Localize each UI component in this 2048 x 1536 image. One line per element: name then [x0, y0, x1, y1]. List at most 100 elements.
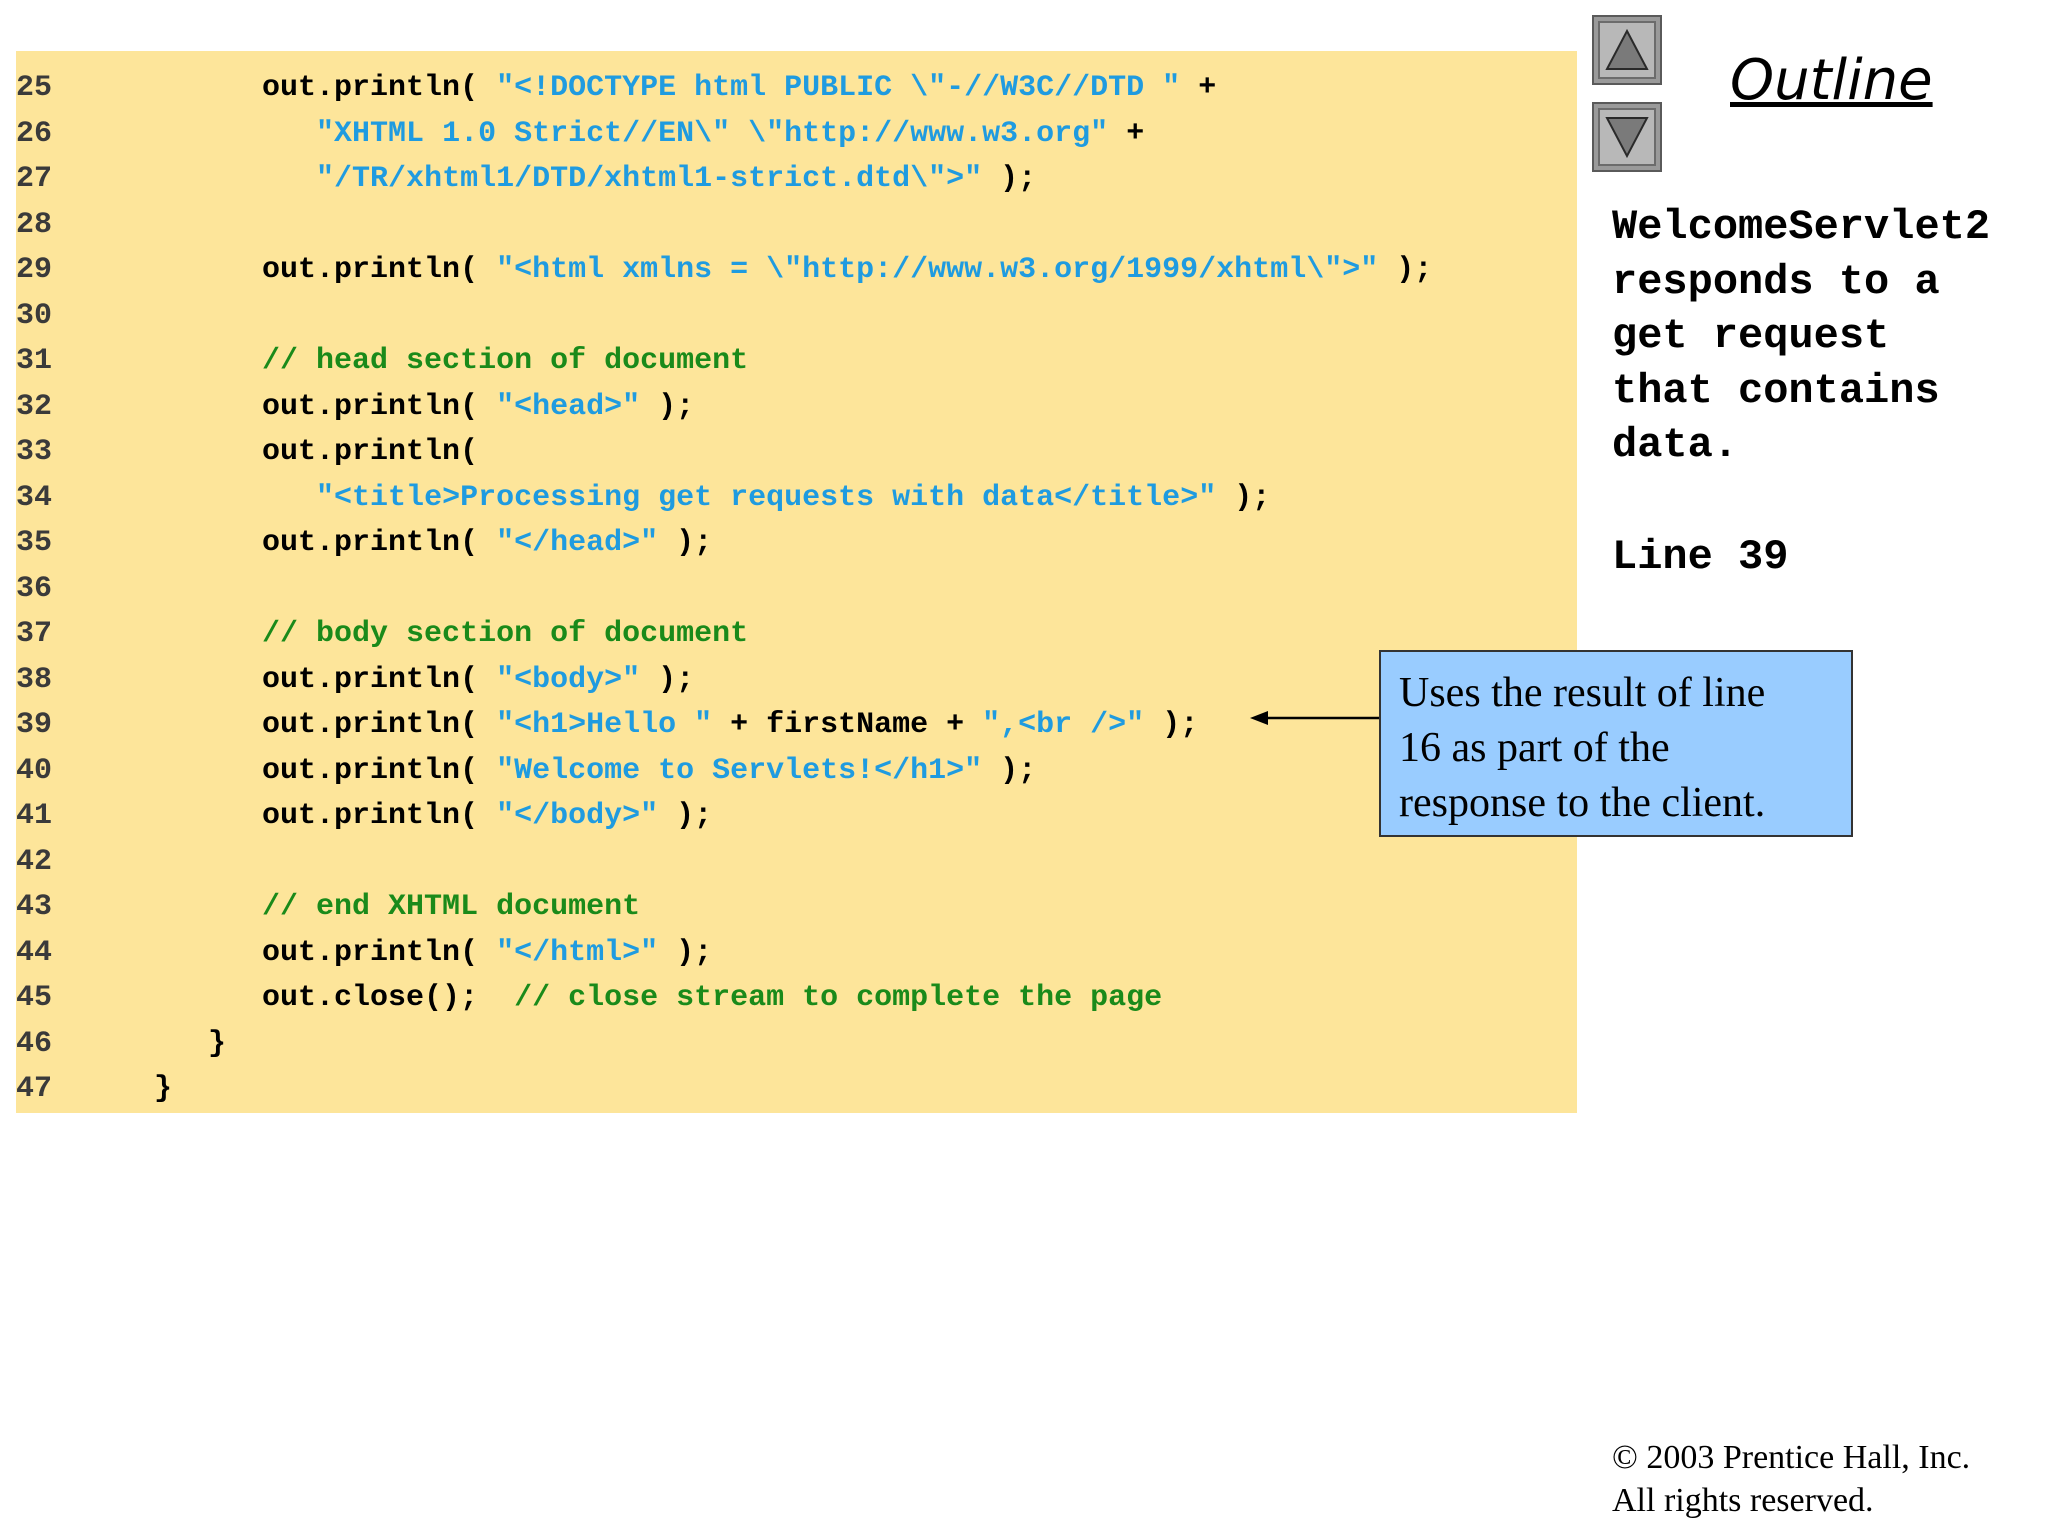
string-literal: "<!DOCTYPE html PUBLIC \"-//W3C//DTD " [496, 71, 1181, 105]
line-number: 42 [16, 844, 53, 879]
code-text: out.close(); // close stream to complete… [118, 976, 1162, 1022]
code-token: ); [982, 162, 1037, 196]
triangle-down-icon [1605, 117, 1649, 159]
description-line: get request [1612, 312, 1890, 360]
string-literal: "<h1>Hello " [496, 708, 713, 742]
string-literal: "Welcome to Servlets!</h1>" [496, 753, 983, 788]
line-reference: Line 39 [1612, 533, 1789, 581]
code-text: out.println( "<!DOCTYPE html PUBLIC \"-/… [118, 66, 1216, 112]
line-number: 30 [16, 298, 53, 333]
code-text: "<title>Processing get requests with dat… [118, 476, 1270, 522]
code-token: out.close(); [118, 981, 515, 1015]
code-text: out.println( "</head>" ); [118, 521, 712, 567]
code-token: out.println( [118, 71, 497, 105]
code-token: ); [640, 662, 695, 697]
code-token: out.println( [118, 253, 497, 287]
code-token: ); [658, 799, 713, 833]
string-literal: "</html>" [496, 935, 659, 970]
string-literal: "XHTML 1.0 Strict//EN\" \"http://www.w3.… [316, 116, 1109, 151]
copyright-footer: © 2003 Prentice Hall, Inc. All rights re… [1612, 1436, 1970, 1522]
code-token: out.println( [118, 708, 497, 742]
string-literal: "</body>" [496, 799, 659, 833]
description-line: data. [1612, 421, 1739, 469]
callout-line: Uses the result of line [1399, 670, 1766, 716]
line-number: 41 [16, 799, 53, 833]
callout-box: Uses the result of line 16 as part of th… [1379, 650, 1853, 837]
code-text: out.println( [118, 430, 478, 476]
code-token: out.println( [118, 753, 497, 788]
line-number: 32 [16, 389, 53, 424]
string-literal: "<head>" [496, 389, 641, 424]
code-token: + [1180, 71, 1217, 105]
line-number: 47 [16, 1072, 53, 1106]
code-text: out.println( "<head>" ); [118, 385, 694, 431]
callout-line: 16 as part of the [1399, 725, 1670, 771]
code-token: } [118, 1026, 227, 1061]
copyright-text: © 2003 Prentice Hall, Inc. [1612, 1439, 1971, 1476]
line-number: 40 [16, 753, 53, 788]
code-text: } [118, 1022, 226, 1068]
line-number: 26 [16, 116, 53, 151]
next-slide-button[interactable] [1592, 102, 1662, 172]
string-literal: "<body>" [496, 662, 641, 697]
line-number: 36 [16, 571, 53, 606]
line-number: 33 [16, 435, 53, 469]
code-token: ); [1144, 708, 1199, 742]
code-text: out.println( "</body>" ); [118, 794, 712, 840]
description-line: that contains [1612, 366, 1940, 415]
code-token: out.println( [118, 389, 497, 424]
previous-slide-button[interactable] [1592, 15, 1662, 85]
line-number: 31 [16, 344, 53, 378]
line-number: 43 [16, 890, 53, 924]
line-number: 27 [16, 162, 53, 196]
line-number: 28 [16, 207, 53, 242]
code-token: ); [640, 389, 695, 424]
code-text: out.println( "<body>" ); [118, 658, 694, 704]
string-literal: "</head>" [496, 526, 659, 560]
code-text: // end XHTML document [118, 885, 640, 931]
line-number: 38 [16, 662, 53, 697]
code-token: ); [658, 935, 713, 970]
code-token: + firstName + [712, 708, 983, 742]
line-number: 35 [16, 526, 53, 560]
triangle-up-icon [1605, 28, 1649, 70]
code-comment: // head section of document [262, 344, 749, 378]
code-token: ); [1216, 480, 1271, 515]
code-listing: 25 out.println( "<!DOCTYPE html PUBLIC \… [16, 51, 1577, 1113]
string-literal: "<html xmlns = \"http://www.w3.org/1999/… [496, 253, 1379, 287]
code-token: out.println( [118, 662, 497, 697]
line-number: 25 [16, 71, 53, 105]
code-token: out.println( [118, 799, 497, 833]
code-text: out.println( "Welcome to Servlets!</h1>"… [118, 749, 1036, 795]
code-text: // body section of document [118, 612, 748, 658]
code-text: out.println( "<html xmlns = \"http://www… [118, 248, 1432, 294]
code-text: "/TR/xhtml1/DTD/xhtml1-strict.dtd\">" ); [118, 157, 1036, 203]
description-line: responds to a [1612, 257, 1940, 306]
line-number: 37 [16, 617, 53, 651]
code-text: } [118, 1067, 172, 1113]
code-comment: // end XHTML document [262, 890, 641, 924]
code-text: "XHTML 1.0 Strict//EN\" \"http://www.w3.… [118, 112, 1144, 158]
callout-arrow [1250, 711, 1380, 725]
code-token: ); [982, 753, 1037, 788]
line-number: 45 [16, 981, 53, 1015]
code-token: } [118, 1072, 173, 1106]
code-text: // head section of document [118, 339, 748, 385]
code-text: out.println( "<h1>Hello " + firstName + … [118, 703, 1198, 749]
callout-line: response to the client. [1399, 780, 1766, 826]
line-number: 44 [16, 935, 53, 970]
code-token: ); [1378, 253, 1433, 287]
line-number: 46 [16, 1026, 53, 1061]
code-token: ); [658, 526, 713, 560]
code-token: out.println( [118, 935, 497, 970]
slide-description: WelcomeServlet2 responds to a get reques… [1612, 200, 2042, 473]
outline-title: Outline [1730, 48, 1933, 113]
string-literal: ",<br />" [982, 708, 1145, 742]
code-token: + [1108, 116, 1145, 151]
